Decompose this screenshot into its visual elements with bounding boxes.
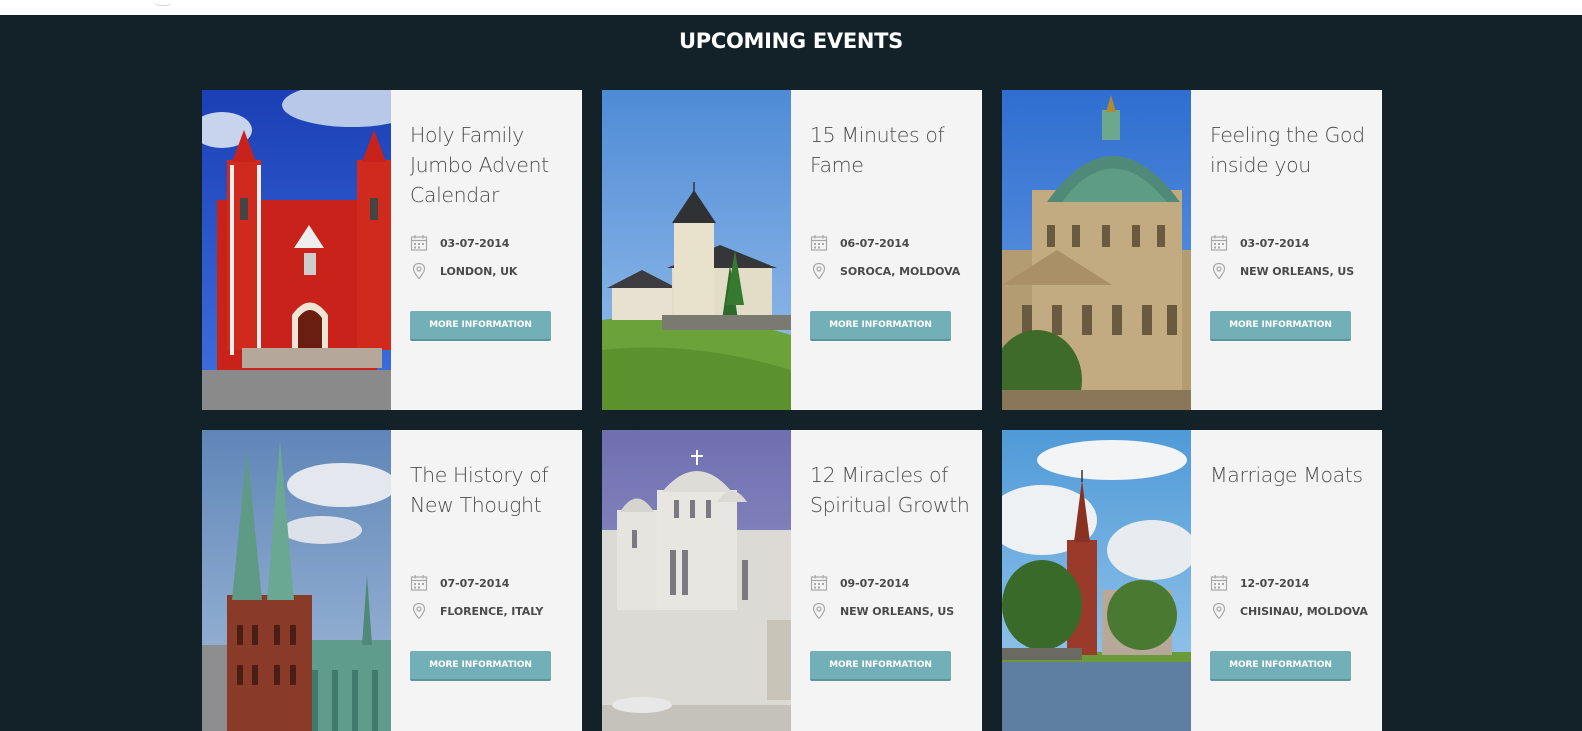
more-information-button[interactable]: MORE INFORMATION	[810, 651, 951, 681]
event-card: Feeling the God inside you 03-07-2014 NE…	[1002, 90, 1382, 410]
event-card: Marriage Moats 12-07-2014 CHISINAU, MOLD…	[1002, 430, 1382, 731]
map-pin-icon	[410, 262, 428, 280]
event-info: 12 Miracles of Spiritual Growth 09-07-20…	[791, 430, 982, 731]
event-date-text: 12-07-2014	[1240, 576, 1310, 590]
event-date: 12-07-2014	[1210, 574, 1309, 592]
event-date: 03-07-2014	[410, 234, 509, 252]
upcoming-events-section: UPCOMING EVENTS Holy Family Jumbo Advent…	[0, 15, 1582, 731]
event-card: The History of New Thought 07-07-2014 FL…	[202, 430, 582, 731]
event-title[interactable]: 15 Minutes of Fame	[810, 120, 975, 180]
event-date-text: 06-07-2014	[840, 236, 910, 250]
map-pin-icon	[410, 602, 428, 620]
event-date: 03-07-2014	[1210, 234, 1309, 252]
event-location-text: FLORENCE, ITALY	[440, 604, 544, 618]
event-location-text: SOROCA, MOLDOVA	[840, 264, 961, 278]
event-location: NEW ORLEANS, US	[1210, 262, 1354, 280]
more-information-button[interactable]: MORE INFORMATION	[1210, 311, 1351, 341]
event-info: Feeling the God inside you 03-07-2014 NE…	[1191, 90, 1382, 410]
event-info: 15 Minutes of Fame 06-07-2014 SOROCA, MO…	[791, 90, 982, 410]
section-title: UPCOMING EVENTS	[678, 29, 903, 53]
event-info: Holy Family Jumbo Advent Calendar 03-07-…	[391, 90, 582, 410]
more-information-button[interactable]: MORE INFORMATION	[410, 311, 551, 341]
map-pin-icon	[810, 602, 828, 620]
event-title[interactable]: Feeling the God inside you	[1210, 120, 1375, 180]
calendar-icon	[810, 234, 828, 252]
calendar-icon	[1210, 574, 1228, 592]
event-date-text: 03-07-2014	[440, 236, 510, 250]
event-location: NEW ORLEANS, US	[810, 602, 954, 620]
twin-spire-church-photo[interactable]	[202, 430, 391, 731]
event-card: 15 Minutes of Fame 06-07-2014 SOROCA, MO…	[602, 90, 982, 410]
more-information-button[interactable]: MORE INFORMATION	[1210, 651, 1351, 681]
event-date: 09-07-2014	[810, 574, 909, 592]
event-card: 12 Miracles of Spiritual Growth 09-07-20…	[602, 430, 982, 731]
event-location-text: CHISINAU, MOLDOVA	[1240, 604, 1368, 618]
event-date-text: 09-07-2014	[840, 576, 910, 590]
event-date-text: 03-07-2014	[1240, 236, 1310, 250]
map-pin-icon	[1210, 602, 1228, 620]
event-location: LONDON, UK	[410, 262, 517, 280]
calendar-icon	[810, 574, 828, 592]
red-church-photo[interactable]	[202, 90, 391, 410]
event-title[interactable]: The History of New Thought	[410, 460, 575, 520]
event-title[interactable]: Holy Family Jumbo Advent Calendar	[410, 120, 575, 210]
event-info: The History of New Thought 07-07-2014 FL…	[391, 430, 582, 731]
event-location-text: NEW ORLEANS, US	[1240, 264, 1355, 278]
more-information-button[interactable]: MORE INFORMATION	[410, 651, 551, 681]
event-location: SOROCA, MOLDOVA	[810, 262, 960, 280]
event-date-text: 07-07-2014	[440, 576, 510, 590]
event-date: 07-07-2014	[410, 574, 509, 592]
orthodox-church-photo[interactable]	[602, 430, 791, 731]
event-location-text: LONDON, UK	[440, 264, 518, 278]
event-card: Holy Family Jumbo Advent Calendar 03-07-…	[202, 90, 582, 410]
map-pin-icon	[1210, 262, 1228, 280]
event-date: 06-07-2014	[810, 234, 909, 252]
event-location: FLORENCE, ITALY	[410, 602, 543, 620]
event-title[interactable]: 12 Miracles of Spiritual Growth	[810, 460, 975, 520]
top-header-bar	[0, 0, 1582, 15]
event-location: CHISINAU, MOLDOVA	[1210, 602, 1368, 620]
calendar-icon	[1210, 234, 1228, 252]
domed-cathedral-photo[interactable]	[1002, 90, 1191, 410]
hill-chapel-photo[interactable]	[602, 90, 791, 410]
logo-fragment	[154, 0, 172, 6]
more-information-button[interactable]: MORE INFORMATION	[810, 311, 951, 341]
map-pin-icon	[810, 262, 828, 280]
event-info: Marriage Moats 12-07-2014 CHISINAU, MOLD…	[1191, 430, 1382, 731]
calendar-icon	[410, 234, 428, 252]
event-location-text: NEW ORLEANS, US	[840, 604, 955, 618]
event-title[interactable]: Marriage Moats	[1210, 460, 1375, 490]
lakeside-church-photo[interactable]	[1002, 430, 1191, 731]
calendar-icon	[410, 574, 428, 592]
